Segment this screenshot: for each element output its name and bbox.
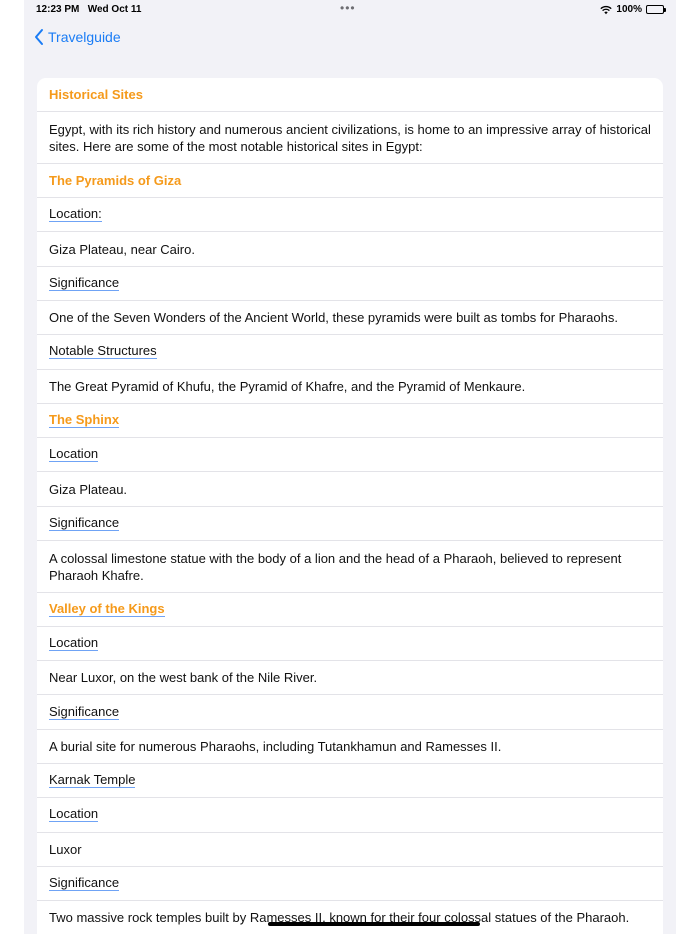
list-item-text: A colossal limestone statue with the bod… xyxy=(49,550,622,583)
list-item: Giza Plateau. xyxy=(37,472,663,507)
status-time-value: 12:23 PM xyxy=(36,4,80,15)
subheading-link-label: Significance xyxy=(49,875,120,892)
status-date: Wed Oct 11 xyxy=(87,4,142,15)
app-screen: 12:23 PM Wed Oct 11 ••• 100% Travelguide… xyxy=(24,0,676,934)
subheading-link[interactable]: Significance xyxy=(37,867,663,902)
status-bar: 12:23 PM Wed Oct 11 ••• 100% xyxy=(24,0,676,20)
section-heading-link-label: The Sphinx xyxy=(49,412,120,429)
section-heading-link[interactable]: Valley of the Kings xyxy=(37,593,663,627)
subheading-link-label: Notable Structures xyxy=(49,343,157,360)
list-item: Giza Plateau, near Cairo. xyxy=(37,232,663,267)
list-item-text: Luxor xyxy=(49,841,82,857)
back-button[interactable]: Travelguide xyxy=(34,28,121,46)
subheading-link-label: Location xyxy=(49,635,99,651)
section-heading-label: The Pyramids of Giza xyxy=(49,172,182,188)
subheading-link-label: Location: xyxy=(49,206,102,223)
list-item-text: Egypt, with its rich history and numerou… xyxy=(49,122,651,155)
list-item-text: One of the Seven Wonders of the Ancient … xyxy=(49,310,618,326)
list-item: Egypt, with its rich history and numerou… xyxy=(37,112,663,164)
section-heading-link[interactable]: The Sphinx xyxy=(37,404,663,439)
subheading-link[interactable]: Notable Structures xyxy=(37,335,663,370)
list-item-text: The Great Pyramid of Khufu, the Pyramid … xyxy=(49,378,526,394)
subheading-link[interactable]: Location xyxy=(37,627,663,662)
subheading-link[interactable]: Significance xyxy=(37,507,663,542)
back-button-label: Travelguide xyxy=(48,29,121,45)
list-item-text: A burial site for numerous Pharaohs, inc… xyxy=(49,738,502,754)
status-time: 12:23 PM Wed Oct 11 xyxy=(36,4,141,15)
multitasking-dots-icon[interactable]: ••• xyxy=(340,1,356,15)
chevron-left-icon xyxy=(35,29,43,45)
subheading-link[interactable]: Significance xyxy=(37,695,663,730)
subheading-link[interactable]: Location: xyxy=(37,198,663,233)
list-item: A colossal limestone statue with the bod… xyxy=(37,541,663,593)
list-item-text: Giza Plateau. xyxy=(49,481,128,497)
section-heading: The Pyramids of Giza xyxy=(37,164,663,199)
subheading-link-label: Significance xyxy=(49,514,120,531)
section-heading-label: Historical Sites xyxy=(49,87,143,103)
list-item-text: Near Luxor, on the west bank of the Nile… xyxy=(49,670,318,686)
subheading-link[interactable]: Location xyxy=(37,798,663,833)
section-heading: Historical Sites xyxy=(37,78,663,113)
battery-percentage: 100% xyxy=(616,4,642,15)
list-item: The Great Pyramid of Khufu, the Pyramid … xyxy=(37,370,663,404)
subheading-link-label: Karnak Temple xyxy=(49,772,136,789)
subheading-link-label: Significance xyxy=(49,703,120,720)
list-item: Luxor xyxy=(37,833,663,867)
subheading-link-label: Significance xyxy=(49,274,120,291)
content-list: Historical Sites Egypt, with its rich his… xyxy=(37,78,663,934)
section-heading-link-label: Valley of the Kings xyxy=(49,600,165,617)
subheading-link[interactable]: Location xyxy=(37,438,663,473)
subheading-link-label: Location xyxy=(49,446,99,463)
subheading-link[interactable]: Significance xyxy=(37,267,663,301)
list-item: Two massive rock temples built by Ramess… xyxy=(37,901,663,934)
list-item-text: Giza Plateau, near Cairo. xyxy=(49,241,195,257)
list-item: Near Luxor, on the west bank of the Nile… xyxy=(37,661,663,696)
subheading-link-label: Location xyxy=(49,806,99,823)
wifi-icon xyxy=(600,5,613,14)
list-item: A burial site for numerous Pharaohs, inc… xyxy=(37,730,663,765)
home-indicator[interactable] xyxy=(268,922,480,926)
subheading-link[interactable]: Karnak Temple xyxy=(37,764,663,799)
list-item: One of the Seven Wonders of the Ancient … xyxy=(37,301,663,336)
status-right: 100% xyxy=(600,4,666,15)
battery-icon xyxy=(646,5,666,14)
